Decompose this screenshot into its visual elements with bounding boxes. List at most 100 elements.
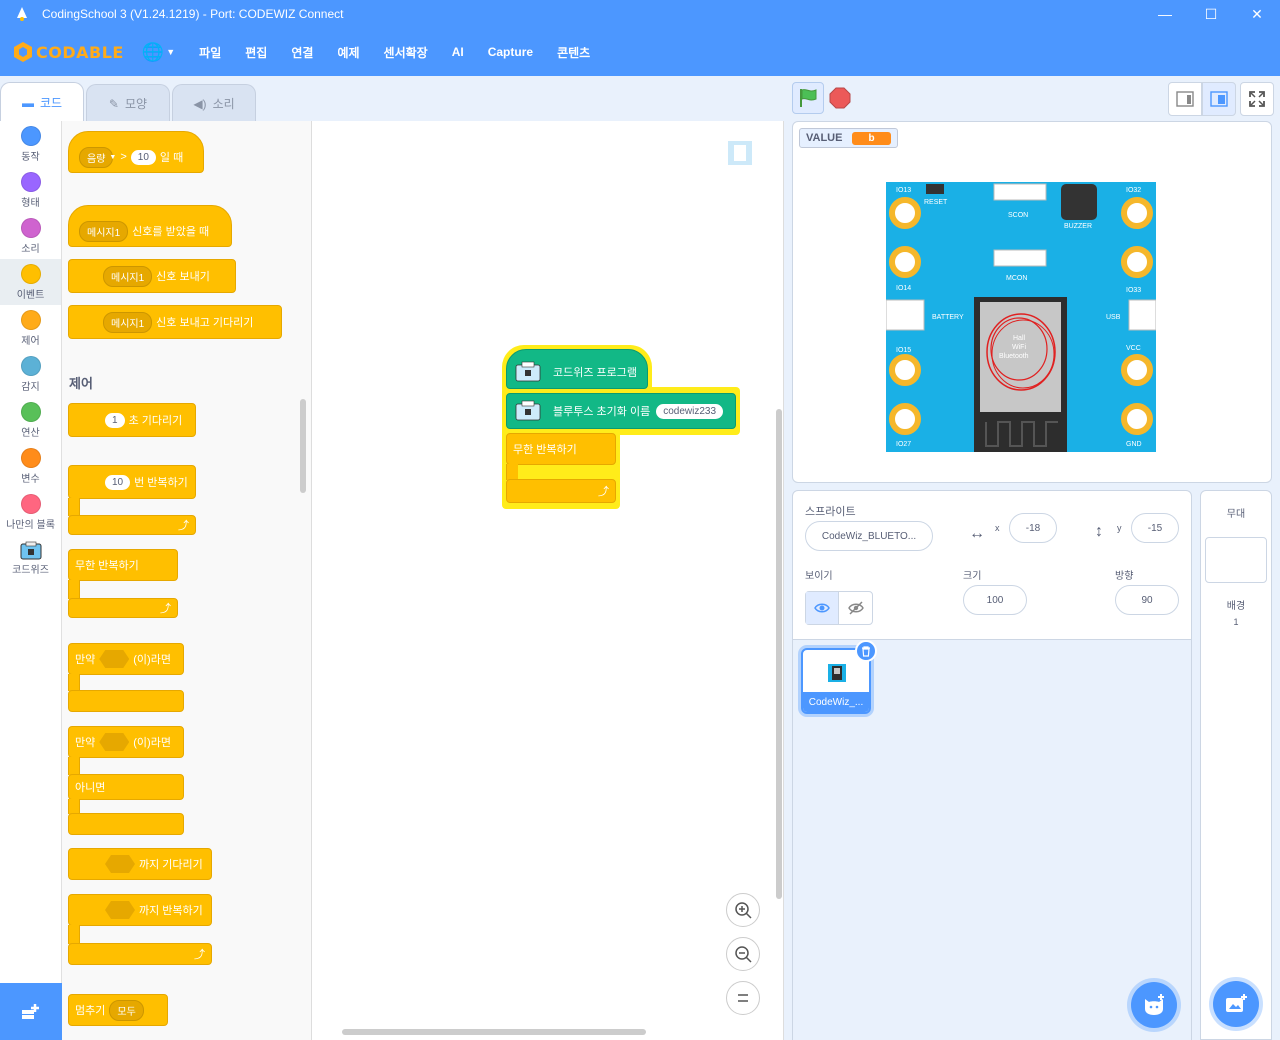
close-button[interactable]: ✕ — [1234, 0, 1280, 28]
block-repeat[interactable]: 10 번 반복하기 — [68, 465, 196, 499]
tab-sounds[interactable]: ◀) 소리 — [172, 84, 256, 122]
label-scon: SCON — [1008, 212, 1028, 219]
sensor-dropdown[interactable]: 음량 — [79, 146, 114, 168]
green-flag-button[interactable] — [792, 82, 824, 114]
sprite-name-input[interactable]: CodeWiz_BLUETO... — [805, 521, 933, 551]
y-input[interactable]: -15 — [1131, 513, 1179, 543]
category-variables[interactable]: 변수 — [0, 443, 61, 489]
operators-dot-icon — [20, 401, 41, 422]
palette-scrollbar[interactable] — [300, 399, 306, 493]
menu-edit[interactable]: 편집 — [245, 44, 267, 61]
stage-selector[interactable]: 무대 배경 1 — [1200, 490, 1272, 1040]
block-wait-until[interactable]: 까지 기다리기 — [68, 848, 212, 880]
script-vertical-scrollbar[interactable] — [776, 409, 782, 899]
block-if-else[interactable]: 만약 (이)라면 — [68, 726, 184, 758]
category-control[interactable]: 제어 — [0, 305, 61, 351]
maximize-button[interactable]: ☐ — [1188, 0, 1234, 28]
show-sprite-button[interactable] — [806, 592, 840, 624]
category-operators[interactable]: 연산 — [0, 397, 61, 443]
category-motion[interactable]: 동작 — [0, 121, 61, 167]
zoom-reset-button[interactable] — [726, 981, 760, 1015]
block-repeat-until[interactable]: 까지 반복하기 — [68, 894, 212, 926]
trash-icon — [862, 645, 870, 657]
tab-costumes[interactable]: ✎ 모양 — [86, 84, 170, 122]
variable-monitor[interactable]: VALUE b — [799, 128, 898, 148]
category-my-blocks[interactable]: 나만의 블록 — [0, 489, 61, 535]
menu-contents[interactable]: 콘텐츠 — [557, 44, 590, 61]
message-dropdown[interactable]: 메시지1 — [103, 265, 153, 287]
small-stage-button[interactable] — [1168, 82, 1202, 116]
menu-sensor-ext[interactable]: 센서확장 — [384, 44, 428, 61]
if-else-end — [68, 813, 184, 835]
control-dot-icon — [20, 309, 41, 330]
condition-slot[interactable] — [99, 733, 130, 751]
menu-ai[interactable]: AI — [452, 45, 464, 59]
delete-sprite-button[interactable] — [855, 640, 877, 662]
block-if-then[interactable]: 만약 (이)라면 — [68, 643, 184, 675]
menu-examples[interactable]: 예제 — [337, 44, 359, 61]
repeat-until-arm — [68, 925, 80, 944]
threshold-input[interactable]: 10 — [130, 149, 156, 165]
block-forever[interactable]: 무한 반복하기 — [68, 549, 178, 581]
language-menu[interactable]: 🌐 ▼ — [142, 42, 175, 63]
block-wait[interactable]: 1 초 기다리기 — [68, 403, 196, 437]
condition-slot[interactable] — [105, 855, 135, 873]
stage[interactable]: VALUE b IO13 RESET SCON BUZZER IO32 IO14… — [792, 121, 1272, 483]
x-label: x — [995, 523, 1000, 533]
normal-stage-button[interactable] — [1202, 82, 1236, 116]
x-input[interactable]: -18 — [1009, 513, 1057, 543]
tab-code[interactable]: ▬ 코드 — [0, 82, 84, 122]
backdrop-thumbnail[interactable] — [1205, 537, 1267, 583]
block-broadcast[interactable]: 메시지1 신호 보내기 — [68, 259, 236, 293]
bluetooth-name-input[interactable]: codewiz233 — [656, 403, 724, 419]
script-horizontal-scrollbar[interactable] — [342, 1029, 646, 1035]
menu-connect[interactable]: 연결 — [291, 44, 313, 61]
block-when-receive[interactable]: 메시지1 신호를 받았을 때 — [68, 205, 232, 247]
direction-input[interactable]: 90 — [1115, 585, 1179, 615]
block-codewiz-program[interactable]: 코드위즈 프로그램 — [506, 349, 648, 389]
codable-logo[interactable]: CODABLE — [12, 41, 124, 63]
condition-slot[interactable] — [105, 901, 135, 919]
label-io15: IO15 — [896, 347, 911, 354]
zoom-out-button[interactable] — [726, 937, 760, 971]
add-extension-icon — [22, 1003, 39, 1019]
menu-capture[interactable]: Capture — [488, 45, 533, 59]
stop-button[interactable] — [828, 86, 852, 110]
message-dropdown[interactable]: 메시지1 — [103, 311, 153, 333]
menu-file[interactable]: 파일 — [199, 44, 221, 61]
stop-option-dropdown[interactable]: 모두 — [109, 999, 144, 1021]
fullscreen-button[interactable] — [1240, 82, 1274, 116]
codewiz-board-icon — [515, 400, 541, 421]
size-input[interactable]: 100 — [963, 585, 1027, 615]
seconds-input[interactable]: 1 — [105, 412, 125, 428]
zoom-in-button[interactable] — [726, 893, 760, 927]
category-events[interactable]: 이벤트 — [0, 259, 61, 305]
block-forever-script[interactable]: 무한 반복하기 — [506, 433, 616, 465]
events-dot-icon — [20, 263, 41, 284]
minimize-button[interactable]: — — [1142, 0, 1188, 28]
choose-backdrop-button[interactable] — [1213, 981, 1259, 1027]
label-battery: BATTERY — [932, 314, 964, 321]
category-codewiz[interactable]: 코드위즈 — [0, 535, 61, 581]
block-bluetooth-init[interactable]: 블루투스 초기화 이름 codewiz233 — [506, 393, 736, 429]
cat-add-icon — [1145, 994, 1164, 1015]
script-area[interactable]: 코드위즈 프로그램 블루투스 초기화 이름 codewiz233 무한 반복하기… — [312, 121, 784, 1040]
block-stop[interactable]: 멈추기 모두 — [68, 994, 168, 1026]
label-vcc: VCC — [1126, 345, 1141, 352]
label-usb: USB — [1106, 314, 1121, 321]
message-dropdown[interactable]: 메시지1 — [79, 220, 129, 242]
label-wifi: WiFi — [1012, 344, 1026, 351]
category-sensing[interactable]: 감지 — [0, 351, 61, 397]
vertical-arrows-icon: ↕ — [1095, 523, 1103, 540]
loop-arrow-icon: ⤴ — [178, 520, 189, 532]
repeat-count-input[interactable]: 10 — [105, 474, 131, 490]
condition-slot[interactable] — [99, 650, 130, 668]
category-sound[interactable]: 소리 — [0, 213, 61, 259]
add-extension-button[interactable] — [0, 983, 62, 1040]
visibility-toggle — [805, 591, 873, 625]
hide-sprite-button[interactable] — [839, 592, 872, 624]
block-broadcast-wait[interactable]: 메시지1 신호 보내고 기다리기 — [68, 305, 282, 339]
block-when-greater-than[interactable]: 음량 ▼ > 10 일 때 — [68, 131, 204, 173]
category-looks[interactable]: 형태 — [0, 167, 61, 213]
choose-sprite-button[interactable] — [1131, 982, 1177, 1028]
